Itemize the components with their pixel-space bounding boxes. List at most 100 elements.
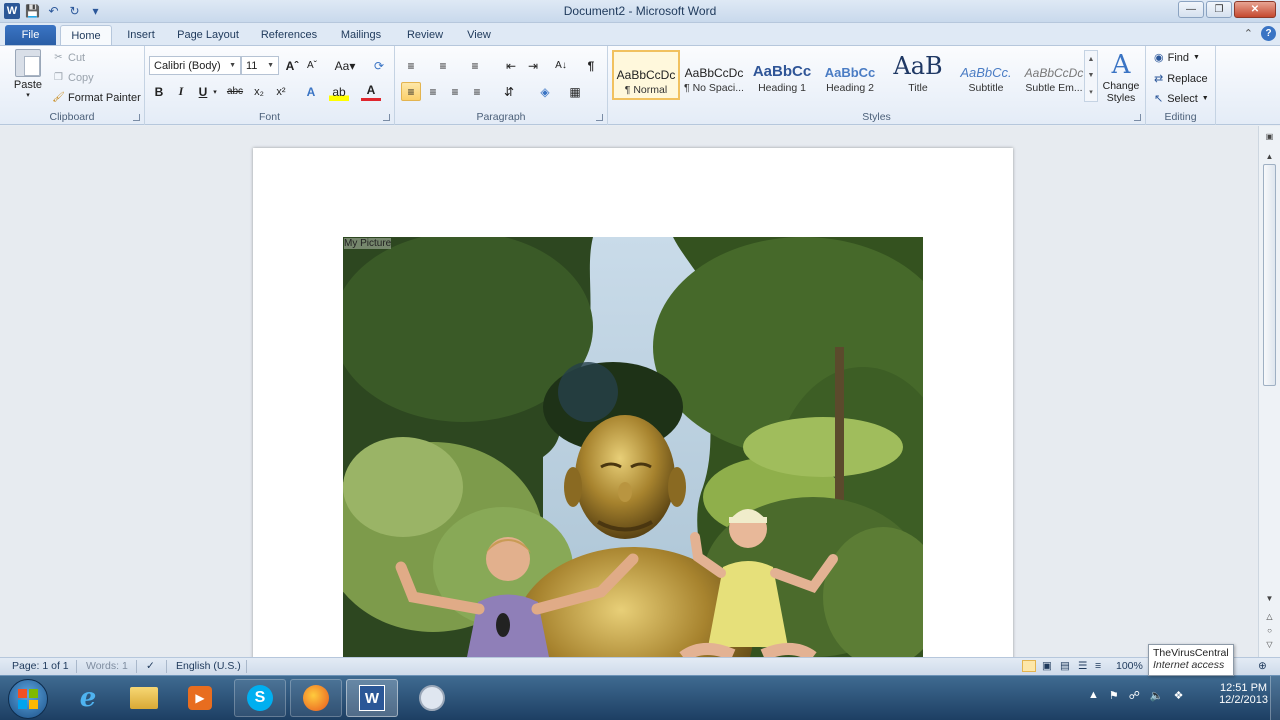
tab-review[interactable]: Review xyxy=(400,25,450,45)
help-icon[interactable]: ? xyxy=(1261,26,1276,41)
copy-button[interactable]: ❐ Copy xyxy=(52,71,94,84)
inserted-photo[interactable]: My Picture xyxy=(343,237,923,657)
bold-button[interactable]: B xyxy=(149,82,169,101)
draft-icon[interactable]: ≡ xyxy=(1095,660,1101,672)
change-styles-button[interactable]: A Change Styles xyxy=(1100,50,1142,104)
restore-button[interactable]: ❐ xyxy=(1206,1,1232,18)
close-button[interactable]: ✕ xyxy=(1234,1,1276,18)
decrease-indent-icon[interactable]: ⇤ xyxy=(501,56,521,75)
show-formatting-icon[interactable]: ¶ xyxy=(581,56,601,75)
sort-icon[interactable]: A↓ xyxy=(551,56,571,75)
scroll-down-icon[interactable]: ▼ xyxy=(1263,592,1276,604)
tab-home[interactable]: Home xyxy=(60,25,112,45)
chevron-down-icon[interactable]: ▼ xyxy=(1088,72,1095,79)
clipboard-launcher-icon[interactable] xyxy=(133,114,140,121)
style-normal[interactable]: AaBbCcDc ¶ Normal xyxy=(612,50,680,100)
ruler-toggle-icon[interactable]: ▣ xyxy=(1263,130,1276,142)
word-count[interactable]: Words: 1 xyxy=(86,660,128,672)
tab-file[interactable]: File xyxy=(5,25,56,45)
numbering-icon[interactable]: ≡ xyxy=(433,56,453,75)
proofing-icon[interactable]: ✓ xyxy=(146,660,155,672)
style-no-spacing[interactable]: AaBbCcDc ¶ No Spaci... xyxy=(680,50,748,100)
font-size-combo[interactable]: 11 ▼ xyxy=(241,56,279,75)
tab-insert[interactable]: Insert xyxy=(118,25,164,45)
style-heading-2[interactable]: AaBbCc Heading 2 xyxy=(816,50,884,100)
next-page-icon[interactable]: ▽ xyxy=(1263,638,1276,650)
style-subtle-emphasis[interactable]: AaBbCcDc Subtle Em... xyxy=(1020,50,1088,100)
replace-button[interactable]: ⇄ Replace xyxy=(1154,72,1208,86)
font-launcher-icon[interactable] xyxy=(383,114,390,121)
align-right-icon[interactable]: ≡ xyxy=(445,82,465,101)
page-count[interactable]: Page: 1 of 1 xyxy=(12,660,69,672)
file-explorer-icon[interactable] xyxy=(118,679,170,717)
print-layout-icon[interactable] xyxy=(1022,660,1036,672)
minimize-ribbon-icon[interactable]: ⌃ xyxy=(1244,27,1253,40)
more-icon[interactable]: ▾ xyxy=(1089,88,1093,96)
chevron-up-icon[interactable]: ▲ xyxy=(1088,56,1095,63)
grow-font-button[interactable]: Aˆ xyxy=(282,56,302,75)
font-name-combo[interactable]: Calibri (Body) ▼ xyxy=(149,56,241,75)
web-layout-icon[interactable]: ▤ xyxy=(1060,660,1070,672)
outline-icon[interactable]: ☰ xyxy=(1078,660,1087,672)
clear-formatting-icon[interactable]: ⟳ xyxy=(369,56,389,75)
previous-page-icon[interactable]: △ xyxy=(1263,610,1276,622)
style-heading-1[interactable]: AaBbCc Heading 1 xyxy=(748,50,816,100)
vertical-scrollbar[interactable]: ▣ ▲ ▼ △ ○ ▽ xyxy=(1258,126,1280,657)
underline-dropdown-icon[interactable]: ▾ xyxy=(210,82,220,101)
speed-gauge-icon[interactable] xyxy=(406,679,458,717)
select-button[interactable]: ↖ Select ▼ xyxy=(1154,92,1209,106)
italic-button[interactable]: I xyxy=(171,82,191,101)
full-screen-reading-icon[interactable]: ▣ xyxy=(1042,660,1052,672)
paragraph-launcher-icon[interactable] xyxy=(596,114,603,121)
firefox-icon[interactable] xyxy=(290,679,342,717)
start-button[interactable] xyxy=(8,679,48,719)
language-indicator[interactable]: English (U.S.) xyxy=(176,660,241,672)
dropbox-icon[interactable]: ❖ xyxy=(1174,689,1184,702)
tab-page-layout[interactable]: Page Layout xyxy=(170,25,246,45)
paste-button[interactable]: Paste ▾ xyxy=(8,49,48,99)
styles-launcher-icon[interactable] xyxy=(1134,114,1141,121)
find-button[interactable]: ◉ Find ▼ xyxy=(1154,51,1200,65)
format-painter-button[interactable]: 🖌 Format Painter xyxy=(52,91,141,104)
borders-icon[interactable]: ▦ xyxy=(565,82,585,101)
clock[interactable]: 12:51 PM 12/2/2013 xyxy=(1219,682,1268,706)
paste-dropdown-icon[interactable]: ▾ xyxy=(8,91,48,99)
shading-icon[interactable]: ◈ xyxy=(535,82,555,101)
justify-icon[interactable]: ≡ xyxy=(467,82,487,101)
font-color-icon[interactable]: A xyxy=(361,82,381,101)
style-subtitle[interactable]: AaBbCc. Subtitle xyxy=(952,50,1020,100)
cut-button[interactable]: ✂ Cut xyxy=(52,51,85,64)
style-title[interactable]: AaB Title xyxy=(884,50,952,100)
media-player-icon[interactable]: ▶ xyxy=(174,679,226,717)
increase-indent-icon[interactable]: ⇥ xyxy=(523,56,543,75)
document-page[interactable]: My Picture xyxy=(253,148,1013,657)
volume-icon[interactable]: 🔈 xyxy=(1150,689,1164,702)
align-center-icon[interactable]: ≡ xyxy=(423,82,443,101)
zoom-level[interactable]: 100% xyxy=(1116,660,1143,672)
tab-references[interactable]: References xyxy=(254,25,324,45)
subscript-button[interactable]: x₂ xyxy=(249,82,269,101)
network-icon[interactable]: ☍ xyxy=(1129,689,1140,702)
superscript-button[interactable]: x² xyxy=(271,82,291,101)
zoom-in-icon[interactable]: ⊕ xyxy=(1258,660,1267,672)
change-case-button[interactable]: Aa ▾ xyxy=(331,56,359,75)
minimize-button[interactable]: — xyxy=(1178,1,1204,18)
scroll-up-icon[interactable]: ▲ xyxy=(1263,150,1276,162)
align-left-icon[interactable]: ≡ xyxy=(401,82,421,101)
word-taskbar-icon[interactable]: W xyxy=(346,679,398,717)
show-desktop-button[interactable] xyxy=(1270,676,1280,720)
skype-icon[interactable]: S xyxy=(234,679,286,717)
tab-mailings[interactable]: Mailings xyxy=(332,25,390,45)
shrink-font-button[interactable]: Aˇ xyxy=(302,56,322,75)
multilevel-list-icon[interactable]: ≡ xyxy=(465,56,485,75)
document-area[interactable]: My Picture xyxy=(0,126,1258,657)
strikethrough-button[interactable]: abc xyxy=(225,82,245,101)
text-effects-icon[interactable]: A xyxy=(301,82,321,101)
tab-view[interactable]: View xyxy=(458,25,500,45)
action-center-icon[interactable]: ⚑ xyxy=(1109,689,1119,702)
line-spacing-icon[interactable]: ⇵ xyxy=(499,82,519,101)
bullets-icon[interactable]: ≡ xyxy=(401,56,421,75)
browse-object-icon[interactable]: ○ xyxy=(1263,624,1276,636)
internet-explorer-icon[interactable]: e xyxy=(62,679,114,717)
scroll-thumb[interactable] xyxy=(1263,164,1276,386)
